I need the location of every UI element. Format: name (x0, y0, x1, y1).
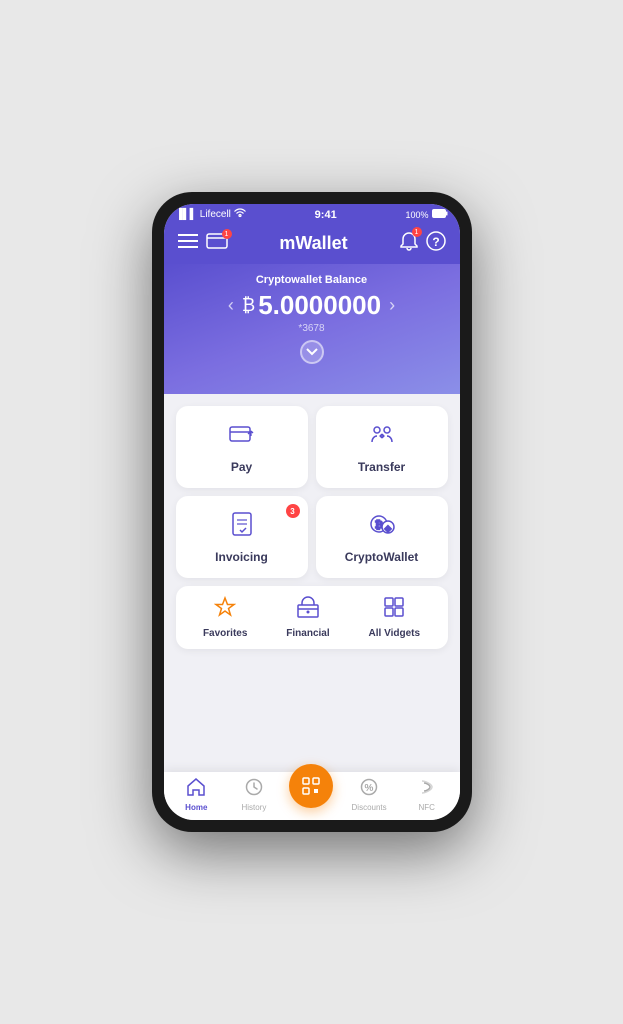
favorites-icon (214, 596, 236, 624)
transfer-label: Transfer (358, 460, 405, 474)
nav-history[interactable]: History (232, 778, 276, 812)
cryptowallet-label: CryptoWallet (345, 550, 419, 564)
status-right: 100% (405, 209, 447, 220)
nav-discounts-label: Discounts (352, 803, 387, 812)
nav-home-label: Home (185, 803, 207, 812)
nav-home[interactable]: Home (174, 778, 218, 812)
svg-text:%: % (365, 783, 374, 794)
history-icon (245, 778, 263, 801)
svg-text:?: ? (432, 235, 439, 249)
pay-icon (228, 420, 256, 454)
balance-account: *3678 (178, 323, 446, 334)
pay-card[interactable]: Pay (176, 406, 308, 488)
main-content: Pay (164, 394, 460, 772)
scan-button[interactable] (289, 764, 333, 808)
financial-label: Financial (286, 628, 329, 639)
transfer-card[interactable]: Transfer (316, 406, 448, 488)
balance-amount: ₿ 5.0000000 (242, 290, 381, 321)
invoicing-label: Invoicing (215, 550, 268, 564)
nfc-icon (418, 778, 436, 801)
discounts-icon: % (360, 778, 378, 801)
signal-icon: ▐▌▌ (176, 209, 197, 220)
bottom-nav: Home History % Disc (164, 772, 460, 820)
bell-icon[interactable]: 1 (400, 231, 418, 256)
balance-section: Cryptowallet Balance ‹ ₿ 5.0000000 › *36… (164, 264, 460, 394)
financial-widget[interactable]: Financial (286, 596, 329, 639)
status-bar: ▐▌▌ Lifecell 9:41 100% (164, 204, 460, 225)
phone-outer: ▐▌▌ Lifecell 9:41 100% (152, 192, 472, 832)
svg-text:◈: ◈ (383, 524, 391, 533)
phone-container: ▐▌▌ Lifecell 9:41 100% (152, 192, 472, 832)
battery-percent: 100% (405, 210, 428, 220)
favorites-label: Favorites (203, 628, 247, 639)
cryptowallet-icon: ₿ ◈ (368, 510, 396, 544)
time-display: 9:41 (315, 209, 337, 221)
app-title: mWallet (279, 233, 347, 254)
card-badge: 1 (222, 229, 232, 239)
phone-inner: ▐▌▌ Lifecell 9:41 100% (164, 204, 460, 820)
transfer-icon (368, 420, 396, 454)
pay-label: Pay (231, 460, 252, 474)
invoicing-badge: 3 (286, 504, 300, 518)
balance-currency: ₿ (242, 295, 255, 316)
widgets-row: Favorites Financial All Vidgets (176, 586, 448, 649)
invoicing-card[interactable]: 3 Invoicing (176, 496, 308, 578)
wifi-icon (234, 208, 246, 221)
help-icon[interactable]: ? (426, 231, 446, 256)
menu-icon[interactable] (178, 233, 198, 254)
balance-value: 5.0000000 (258, 290, 381, 321)
financial-icon (297, 596, 319, 624)
all-vidgets-label: All Vidgets (369, 628, 421, 639)
nav-discounts[interactable]: % Discounts (347, 778, 391, 812)
header-right-icons: 1 ? (400, 231, 446, 256)
nav-nfc-label: NFC (418, 803, 434, 812)
carrier-name: Lifecell (200, 209, 231, 220)
cryptowallet-card[interactable]: ₿ ◈ CryptoWallet (316, 496, 448, 578)
status-center: 9:41 (315, 209, 337, 221)
all-vidgets-icon (383, 596, 405, 624)
balance-label: Cryptowallet Balance (178, 274, 446, 286)
balance-right-nav[interactable]: › (389, 295, 395, 316)
chevron-down-button[interactable] (300, 340, 324, 364)
bell-badge: 1 (412, 227, 422, 237)
favorites-widget[interactable]: Favorites (203, 596, 247, 639)
header-left-icons: 1 (178, 233, 228, 254)
nav-history-label: History (241, 803, 266, 812)
home-icon (187, 778, 205, 801)
header: 1 mWallet 1 ? (164, 225, 460, 264)
action-grid: Pay (176, 406, 448, 578)
invoicing-icon (228, 510, 256, 544)
nav-nfc[interactable]: NFC (405, 778, 449, 812)
battery-icon (432, 209, 448, 220)
status-left: ▐▌▌ Lifecell (176, 208, 246, 221)
balance-left-nav[interactable]: ‹ (228, 295, 234, 316)
card-icon[interactable]: 1 (206, 233, 228, 254)
nav-scan-center[interactable] (289, 782, 333, 808)
all-vidgets-widget[interactable]: All Vidgets (369, 596, 421, 639)
